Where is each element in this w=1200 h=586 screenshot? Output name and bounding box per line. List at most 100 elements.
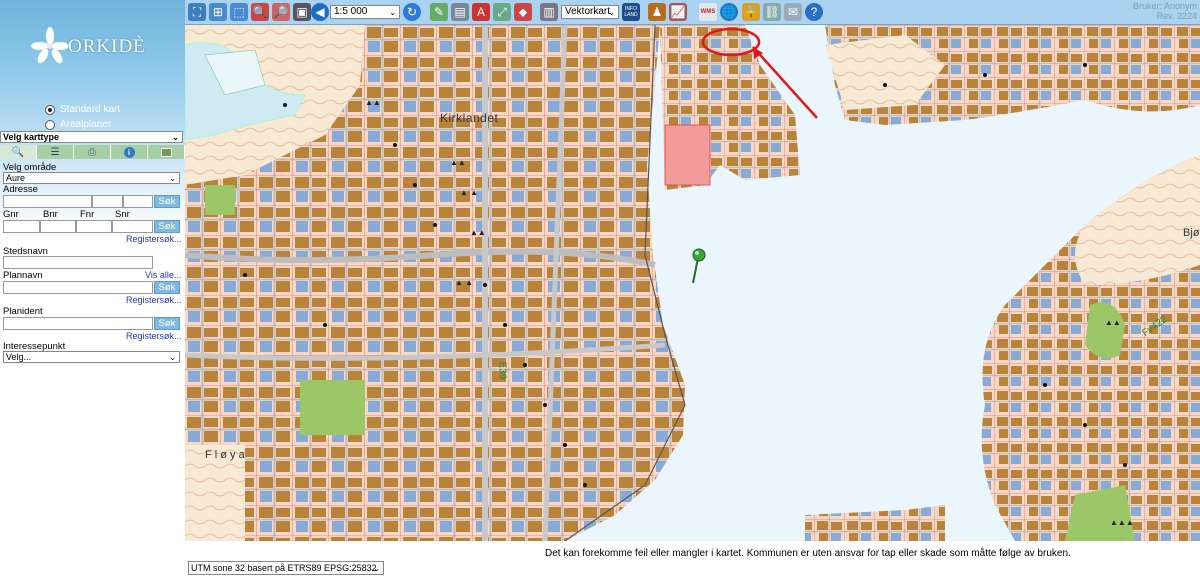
layers-icon: ☰ xyxy=(50,146,60,158)
show-all-link[interactable]: Vis alle... xyxy=(145,270,181,280)
bnr-label: Bnr xyxy=(43,209,58,220)
register-search-link-3[interactable]: Registersøk... xyxy=(126,331,182,341)
profile-chart-icon[interactable]: 📈 xyxy=(669,3,687,21)
register-search-link-2[interactable]: Registersøk... xyxy=(126,295,182,305)
fnr-label: Fnr xyxy=(80,209,95,220)
zoom-full-icon[interactable]: ⊞ xyxy=(209,3,227,21)
map-type-value: Vektorkart xyxy=(565,6,611,17)
chevron-down-icon: ⌄ xyxy=(169,353,176,362)
svg-text:▲▲: ▲▲ xyxy=(450,158,466,167)
radio-areal-label: Arealplaner xyxy=(60,119,112,130)
map-type-select[interactable]: Velg karttype ⌄ xyxy=(0,131,183,143)
tab-info[interactable]: i xyxy=(111,145,148,159)
tab-map[interactable] xyxy=(148,145,185,159)
chevron-down-icon: ⌄ xyxy=(389,8,396,17)
zoom-extent-icon[interactable]: ⛶ xyxy=(188,3,206,21)
pdf-icon[interactable]: A xyxy=(472,3,490,21)
place-label-floya: F l ø y a xyxy=(205,449,245,461)
orchid-flower-icon xyxy=(30,26,70,64)
email-icon[interactable]: ✉ xyxy=(784,3,802,21)
radio-button-unchecked[interactable] xyxy=(45,119,55,130)
chevron-down-icon: ⌄ xyxy=(169,174,176,183)
projection-select[interactable]: UTM sone 32 basert på ETRS89 EPSG:25832 … xyxy=(188,561,384,575)
poi-select[interactable]: Velg... ⌄ xyxy=(3,351,180,363)
plan-name-search-button[interactable]: Søk xyxy=(154,281,180,294)
scale-value: 1:5 000 xyxy=(334,6,368,17)
area-select-value: Aure xyxy=(6,173,26,183)
snr-input[interactable] xyxy=(112,220,153,233)
fnr-input[interactable] xyxy=(76,220,112,233)
map-type-dropdown[interactable]: Vektorkart ⌄ xyxy=(561,5,619,19)
address-number-input[interactable] xyxy=(92,195,123,208)
orkide-logo: ORKIDÈ xyxy=(30,22,170,68)
map-icon xyxy=(160,147,172,157)
chevron-down-icon: ⌄ xyxy=(172,133,179,142)
radio-button-checked[interactable] xyxy=(45,104,55,115)
wms-icon[interactable]: WMS xyxy=(699,3,717,21)
footer: Det kan forekomme feil eller mangler i k… xyxy=(185,541,1200,586)
svg-text:▲▲: ▲▲ xyxy=(365,98,381,107)
plan-id-input[interactable] xyxy=(3,317,153,330)
road-label-e39: E39 xyxy=(496,361,508,380)
layers-list-icon[interactable]: ▥ xyxy=(540,3,558,21)
register-search-link-1[interactable]: Registersøk... xyxy=(126,234,182,244)
zoom-out-icon[interactable]: 🔎 xyxy=(272,3,290,21)
user-name: Bruker: Anonym xyxy=(1132,1,1197,11)
eraser-icon[interactable]: ⬥ xyxy=(514,3,532,21)
place-label-kirklandet: Kirklandet xyxy=(440,111,499,125)
draw-line-icon[interactable]: ✎ xyxy=(430,3,448,21)
document-icon[interactable]: ▤ xyxy=(451,3,469,21)
tab-print[interactable]: ⎙ xyxy=(74,145,111,159)
projection-value: UTM sone 32 basert på ETRS89 EPSG:25832 xyxy=(191,563,377,573)
radio-standard-label: Standard kart xyxy=(60,104,121,115)
refresh-icon[interactable]: ↻ xyxy=(403,3,421,21)
area-select[interactable]: Aure ⌄ xyxy=(3,172,180,184)
snr-label: Snr xyxy=(115,209,130,220)
scale-select[interactable]: 1:5 000 ⌄ xyxy=(330,5,400,19)
svg-text:▲ ▲: ▲ ▲ xyxy=(460,188,478,197)
chevron-down-icon: ⌄ xyxy=(373,564,380,573)
address-street-input[interactable] xyxy=(3,195,92,208)
back-arrow-icon[interactable]: ◀ xyxy=(311,3,329,21)
svg-text:▲▲: ▲▲ xyxy=(470,228,486,237)
info-icon: i xyxy=(123,146,135,158)
chevron-down-icon: ⌄ xyxy=(608,8,615,17)
zoom-box-icon[interactable]: ⬚ xyxy=(230,3,248,21)
radio-standard-kart[interactable]: Standard kart xyxy=(45,104,120,115)
bnr-input[interactable] xyxy=(40,220,76,233)
svg-text:▲▲▲: ▲▲▲ xyxy=(1110,518,1134,527)
revision: Rev. 2224 xyxy=(1156,11,1197,21)
address-letter-input[interactable] xyxy=(123,195,153,208)
plan-name-label: Plannavn xyxy=(3,270,43,281)
zoom-in-icon[interactable]: 🔍 xyxy=(251,3,269,21)
measure-icon[interactable]: ⤢ xyxy=(493,3,511,21)
address-label: Adresse xyxy=(3,184,38,195)
svg-text:▲ ▲: ▲ ▲ xyxy=(455,278,473,287)
magnifier-icon: 🔍 xyxy=(11,146,25,158)
plan-id-label: Planident xyxy=(3,306,43,317)
map-canvas[interactable]: ▲▲ ▲ ▲ ▲▲ ▲ ▲ ▲▲ ▲▲▲ ▲▲ Kirklandet F l ø y a… xyxy=(185,25,1200,541)
infoland-label: INFO LAND xyxy=(624,6,638,18)
svg-text:▲▲: ▲▲ xyxy=(1105,318,1121,327)
globe-icon[interactable]: 🌐 xyxy=(720,3,738,21)
plan-id-search-button[interactable]: Søk xyxy=(154,317,180,330)
help-icon[interactable]: ? xyxy=(805,3,823,21)
sidebar-tabs: 🔍 ☰ ⎙ i xyxy=(0,145,185,159)
link-icon[interactable]: ⛓ xyxy=(763,3,781,21)
address-search-button[interactable]: Søk xyxy=(154,195,180,208)
overview-icon[interactable]: ▣ xyxy=(293,3,311,21)
radio-arealplaner[interactable]: Arealplaner xyxy=(45,119,111,130)
infoland-icon[interactable]: INFO LAND xyxy=(622,3,640,21)
map-svg[interactable]: ▲▲▲ ▲▲▲ ▲ ▲▲▲▲▲▲ ▲▲ xyxy=(185,25,1200,541)
lock-icon[interactable]: 🔒 xyxy=(742,3,760,21)
plan-name-input[interactable] xyxy=(3,281,153,294)
sidebar: ORKIDÈ Standard kart Arealplaner Velg ka… xyxy=(0,0,185,586)
place-name-input[interactable] xyxy=(3,256,153,269)
street-view-person-icon[interactable]: ♟ xyxy=(648,3,666,21)
tab-layers[interactable]: ☰ xyxy=(37,145,74,159)
map-type-select-label: Velg karttype xyxy=(3,132,60,142)
gnr-input[interactable] xyxy=(3,220,40,233)
tab-search[interactable]: 🔍 xyxy=(0,145,37,159)
gnr-label: Gnr xyxy=(3,209,19,220)
property-search-button[interactable]: Søk xyxy=(154,220,180,233)
